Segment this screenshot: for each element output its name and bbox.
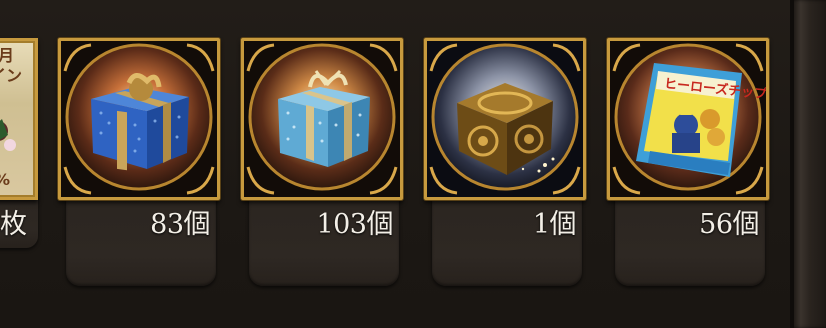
blue-gift-box-icon [61,41,217,197]
item-count: 103個 [316,209,393,240]
scrollbar-edge [790,0,794,328]
item-count: 56個 [699,209,759,240]
heroes-chips-bag-icon: ヒーローズチップ [610,41,766,197]
item-frame: ヒーローズチップ [607,38,769,200]
partial-item-art-text: 月 [0,47,14,65]
golden-cube-icon [427,41,583,197]
partial-item-art-text: % [0,171,10,189]
partial-item-art-text: イン [0,66,23,85]
partial-item-count: 枚 [0,209,27,240]
item-slot-2[interactable]: 103個 [241,38,403,286]
item-slot-3[interactable]: 1個 [424,38,586,286]
item-frame [424,38,586,200]
item-frame [241,38,403,200]
item-slot-4[interactable]: ヒーローズチップ 56個 [607,38,769,286]
item-slot-1[interactable]: 83個 [58,38,220,286]
ticket-art-icon [0,119,16,151]
partial-item-card[interactable]: 月 イン % [0,38,38,200]
item-count: 83個 [150,209,210,240]
item-count: 1個 [532,209,577,240]
scrollbar[interactable] [790,0,826,328]
light-blue-gift-box-icon [244,41,400,197]
inventory-screen: 月 イン % 枚 [0,0,826,328]
item-frame [58,38,220,200]
